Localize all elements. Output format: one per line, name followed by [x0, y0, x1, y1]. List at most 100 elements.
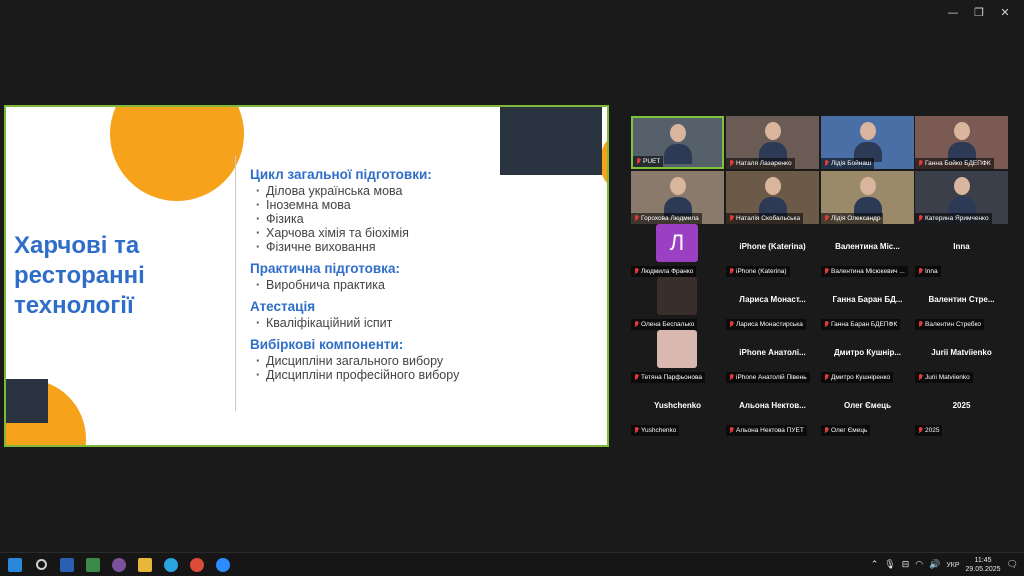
participant-name: Валентин Стребко	[925, 321, 982, 328]
participant-name: Yushchenko	[641, 427, 677, 434]
participant-tile[interactable]: Yushchenko Yushchenko	[631, 383, 724, 436]
participant-name-tag: iPhone Анатолій Півень	[726, 372, 810, 383]
participant-tile[interactable]: Горохова Людмила	[631, 171, 724, 224]
close-button[interactable]: ✕	[992, 4, 1018, 20]
participant-tile[interactable]: Катерина Яримченко	[915, 171, 1008, 224]
list-item: Ділова українська мова	[250, 184, 600, 198]
participant-tile[interactable]: Л Людмила Франко	[631, 224, 724, 277]
participant-name-tag: Ганна Баран БДЕПФК	[821, 319, 901, 330]
muted-microphone-icon	[918, 321, 923, 328]
network-icon[interactable]: ⊟	[902, 560, 910, 570]
section-list: Дисципліни загального вибору Дисципліни …	[250, 354, 600, 382]
participant-display-name: Валентина Міс...	[835, 242, 900, 251]
participant-tile[interactable]: Лариса Монаст... Лариса Монастирська	[726, 277, 819, 330]
muted-microphone-icon	[918, 160, 923, 167]
participant-tile[interactable]: Альона Нектов... Альона Нектова ПУЕТ	[726, 383, 819, 436]
participant-name: Лідія Бойнаш	[831, 160, 872, 167]
clock[interactable]: 11:45 29.05.2025	[966, 556, 1001, 574]
participant-name: Дмитро Кушніренко	[831, 374, 891, 381]
microphone-icon[interactable]: 🎙	[884, 560, 895, 570]
participant-display-name: Yushchenko	[653, 401, 702, 410]
participant-tile[interactable]: PUET	[631, 116, 724, 169]
participant-tile[interactable]: Валентин Стре... Валентин Стребко	[915, 277, 1008, 330]
participant-name: Наталія Скобальська	[736, 215, 801, 222]
minimize-button[interactable]: —	[940, 4, 966, 20]
participant-name: iPhone (Katerina)	[736, 268, 787, 275]
participant-tile[interactable]: Inna Inna	[915, 224, 1008, 277]
file-explorer-icon[interactable]	[132, 553, 158, 576]
section-list: Ділова українська мова Іноземна мова Фіз…	[250, 184, 600, 254]
wifi-icon[interactable]: ◠	[915, 560, 923, 570]
viber-icon[interactable]	[106, 553, 132, 576]
windows-logo-icon[interactable]	[2, 553, 28, 576]
list-item: Харчова хімія та біохімія	[250, 226, 600, 240]
muted-microphone-icon	[824, 268, 829, 275]
participant-name-tag: Олена Беспалько	[631, 319, 698, 330]
shared-screen-slide: Харчові та ресторанні технології Цикл за…	[4, 105, 609, 447]
muted-microphone-icon	[636, 158, 641, 165]
muted-microphone-icon	[824, 321, 829, 328]
participant-display-name: Альона Нектов...	[739, 401, 806, 410]
participant-video	[853, 122, 882, 162]
muted-microphone-icon	[729, 215, 734, 222]
participant-tile[interactable]: 2025 2025	[915, 383, 1008, 436]
participant-tile[interactable]: Олена Беспалько	[631, 277, 724, 330]
participant-video	[947, 122, 976, 162]
chrome-icon[interactable]	[184, 553, 210, 576]
muted-microphone-icon	[634, 215, 639, 222]
participant-tile[interactable]: Лідія Олександр	[821, 171, 914, 224]
zoom-icon[interactable]	[210, 553, 236, 576]
maximize-button[interactable]: ❐	[966, 4, 992, 20]
participant-display-name: 2025	[952, 401, 971, 410]
muted-microphone-icon	[918, 427, 923, 434]
slide-content: Цикл загальної підготовки: Ділова україн…	[250, 167, 600, 389]
participant-tile[interactable]: iPhone (Katerina) iPhone (Katerina)	[726, 224, 819, 277]
word-icon[interactable]	[54, 553, 80, 576]
participant-name-tag: Альона Нектова ПУЕТ	[726, 425, 807, 436]
volume-icon[interactable]: 🔊	[929, 560, 940, 570]
participant-display-name: Валентин Стре...	[928, 295, 995, 304]
chevron-up-icon[interactable]: ⌃	[871, 560, 879, 570]
participant-tile[interactable]: iPhone Анатолі... iPhone Анатолій Півень	[726, 330, 819, 383]
participant-tile[interactable]: Ганна Баран БД... Ганна Баран БДЕПФК	[821, 277, 914, 330]
participant-name-tag: 2025	[915, 425, 943, 436]
participant-tile[interactable]: Наталя Лазаренко	[726, 116, 819, 169]
muted-microphone-icon	[729, 427, 734, 434]
telegram-icon[interactable]	[158, 553, 184, 576]
avatar	[657, 330, 697, 368]
notifications-icon[interactable]: 🗨	[1007, 560, 1018, 570]
muted-microphone-icon	[729, 321, 734, 328]
participant-name-tag: PUET	[633, 156, 664, 167]
participant-display-name: Дмитро Кушнір...	[833, 348, 902, 357]
participant-name: PUET	[643, 158, 661, 165]
participant-video	[853, 177, 882, 217]
system-tray: ⌃ 🎙 ⊟ ◠ 🔊 УКР 11:45 29.05.2025 🗨	[871, 553, 1024, 576]
participant-name: iPhone Анатолій Півень	[736, 374, 807, 381]
language-indicator[interactable]: УКР	[946, 562, 959, 569]
participant-display-name: Ганна Баран БД...	[832, 295, 903, 304]
participant-tile[interactable]: Jurii Matviienko Jurii Matviienko	[915, 330, 1008, 383]
window-controls: — ❐ ✕	[940, 4, 1018, 20]
participant-name: Наталя Лазаренко	[736, 160, 792, 167]
participant-tile[interactable]: Лідія Бойнаш	[821, 116, 914, 169]
participant-tile[interactable]: Валентина Міс... Валентина Місюкевич ...	[821, 224, 914, 277]
list-item: Виробнича практика	[250, 278, 600, 292]
calendar-icon[interactable]	[80, 553, 106, 576]
participant-display-name: Олег Ємець	[844, 401, 891, 410]
participant-tile[interactable]: Тетяна Парфьонова	[631, 330, 724, 383]
search-icon[interactable]	[28, 553, 54, 576]
participant-name-tag: Лідія Олександр	[821, 213, 884, 224]
participant-tile[interactable]: Ганна Бойко БДЕПФК	[915, 116, 1008, 169]
participant-tile[interactable]: Дмитро Кушнір... Дмитро Кушніренко	[821, 330, 914, 383]
participant-tile[interactable]: Наталія Скобальська	[726, 171, 819, 224]
participant-video	[947, 177, 976, 217]
muted-microphone-icon	[824, 215, 829, 222]
section-heading: Вибіркові компоненти:	[250, 337, 404, 352]
participant-name: Лідія Олександр	[831, 215, 881, 222]
participant-video	[663, 177, 692, 217]
muted-microphone-icon	[729, 374, 734, 381]
participant-video	[663, 124, 692, 164]
clock-time: 11:45	[974, 557, 992, 564]
participant-tile[interactable]: Олег Ємець Олег Ємець	[821, 383, 914, 436]
muted-microphone-icon	[729, 268, 734, 275]
